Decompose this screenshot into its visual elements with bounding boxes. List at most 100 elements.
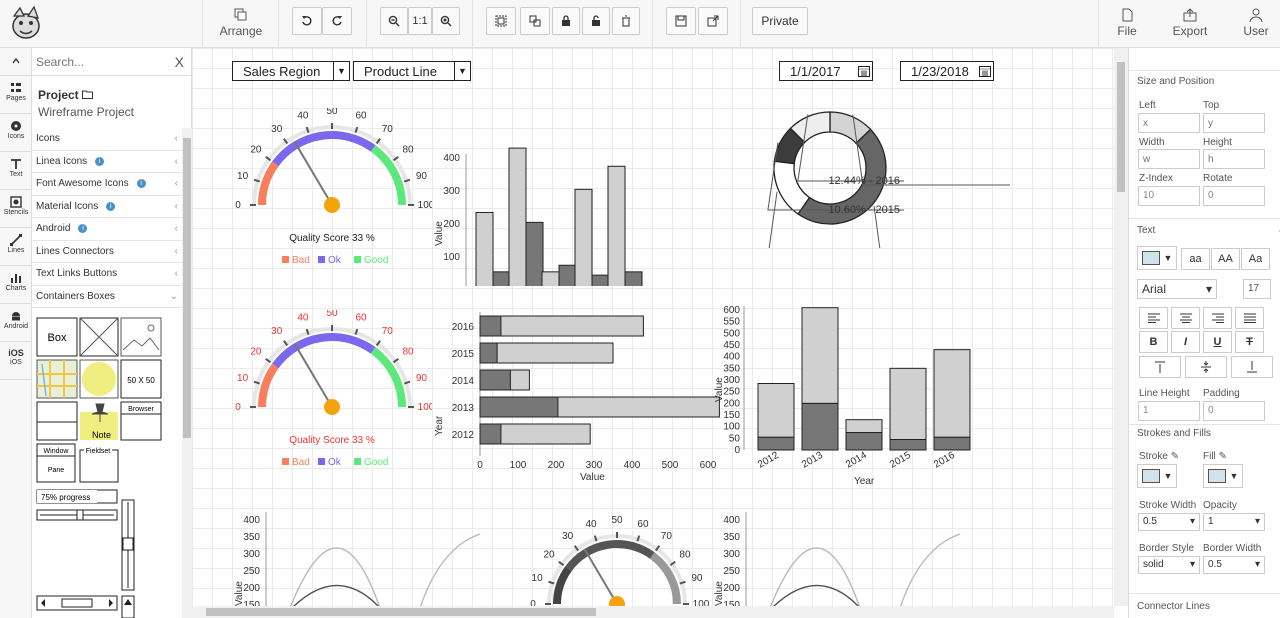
clear-search-button[interactable]: X	[175, 54, 184, 70]
info-icon[interactable]: i	[106, 201, 116, 211]
align-right-button[interactable]	[1203, 307, 1232, 329]
canvas-horizontal-scrollbar[interactable]	[192, 606, 1114, 618]
file-menu-button[interactable]: File	[1110, 8, 1144, 38]
info-icon[interactable]: i	[78, 224, 88, 234]
donut-chart[interactable]: 12.90% - 201246.77% - 201317.28% - 20141…	[710, 108, 1010, 248]
font-family-select[interactable]: Arial	[1137, 279, 1217, 299]
stencil-fieldset[interactable]: Fieldset	[79, 445, 119, 483]
stencil-progress[interactable]: 75% progress	[36, 489, 118, 504]
align-left-button[interactable]	[1139, 307, 1168, 329]
stencil-map[interactable]	[36, 359, 78, 399]
collapse-panel-button[interactable]	[0, 48, 32, 76]
date-from-picker[interactable]: 1/1/2017	[779, 61, 873, 81]
tab-pages[interactable]: Pages	[0, 76, 32, 114]
tab-icons[interactable]: Icons	[0, 114, 32, 152]
delete-button[interactable]	[612, 7, 640, 35]
library-section-3[interactable]: Material Icons i ‹	[32, 196, 182, 218]
stencil-window[interactable]: Window Pane	[36, 443, 76, 483]
stencil-circle[interactable]	[79, 359, 119, 399]
rotate-stepper[interactable]: 0	[1203, 186, 1265, 206]
zoom-in-button[interactable]	[432, 7, 460, 35]
library-section-1[interactable]: Linea Icons i ‹	[32, 151, 182, 173]
left-scrollbar[interactable]	[182, 128, 192, 618]
left-input[interactable]	[1138, 113, 1200, 133]
info-icon[interactable]: i	[136, 179, 146, 189]
strikethrough-button[interactable]: T	[1235, 331, 1264, 353]
underline-button[interactable]: U	[1203, 331, 1232, 353]
stroke-width-select[interactable]: 0.5	[1138, 513, 1200, 531]
stencil-slider[interactable]	[36, 509, 118, 521]
bar-chart[interactable]: 0100200300400Value20122013201420152016Ye…	[430, 96, 710, 286]
valign-middle-button[interactable]	[1185, 356, 1227, 378]
info-icon[interactable]: i	[95, 156, 105, 166]
library-section-0[interactable]: Icons ‹	[32, 128, 182, 151]
stencil-box[interactable]: Box	[36, 317, 78, 357]
tab-text[interactable]: Text	[0, 152, 32, 190]
stencil-placeholder[interactable]	[79, 317, 119, 357]
design-canvas[interactable]: Sales Region ▼ Product Line ▼ 1/1/2017 1/2…	[192, 48, 1114, 606]
stencil-image[interactable]	[120, 317, 162, 357]
export-button[interactable]: Export	[1170, 8, 1210, 38]
text-header[interactable]: Text⌄	[1137, 225, 1280, 236]
quality-gauge-2[interactable]: 010203040 50 60708090100Quality Score 33 %…	[232, 310, 432, 470]
stencil-vscroll[interactable]	[121, 499, 135, 591]
strokes-fills-header[interactable]: Strokes and Fills⌄	[1137, 428, 1211, 439]
border-width-select[interactable]: 0.5	[1203, 556, 1265, 574]
capitalize-button[interactable]: Aa	[1241, 248, 1270, 270]
folder-icon[interactable]	[82, 90, 94, 99]
line-height-stepper[interactable]: 1	[1138, 401, 1200, 421]
private-button[interactable]: Private	[752, 7, 808, 35]
sales-region-dropdown[interactable]: Sales Region ▼	[232, 61, 350, 81]
library-section-6[interactable]: Text Links Buttons ‹	[32, 263, 182, 286]
undo-button[interactable]	[292, 7, 322, 35]
stencil-browser[interactable]: Browser	[120, 401, 162, 441]
user-menu-button[interactable]: User	[1240, 8, 1272, 38]
tab-lines[interactable]: Lines	[0, 228, 32, 266]
valign-top-button[interactable]	[1139, 356, 1181, 378]
stencil-note[interactable]: Note	[80, 403, 118, 440]
library-section-2[interactable]: Font Awesome Icons i ‹	[32, 173, 182, 196]
date-to-picker[interactable]: 1/23/2018	[900, 61, 994, 81]
border-style-select[interactable]: solid	[1138, 556, 1200, 574]
line-chart-1[interactable]: 400350300250200150Value	[230, 508, 480, 606]
text-color-picker[interactable]: ▼	[1137, 246, 1177, 270]
size-position-header[interactable]: Size and Position‹	[1137, 76, 1214, 87]
stroke-color-picker[interactable]: ▼	[1137, 464, 1177, 488]
stencil-hscroll[interactable]	[36, 595, 118, 611]
redo-button[interactable]	[322, 7, 352, 35]
open-external-button[interactable]	[698, 7, 728, 35]
zoom-out-button[interactable]	[380, 7, 408, 35]
library-section-4[interactable]: Android i ‹	[32, 218, 182, 241]
line-chart-2[interactable]: 400350300250200150Value	[710, 508, 960, 606]
save-button[interactable]	[666, 7, 696, 35]
lowercase-button[interactable]: aa	[1181, 248, 1210, 270]
quality-gauge-1[interactable]: 010203040 50 60708090100Quality Score 33 %…	[232, 108, 432, 268]
fill-color-picker[interactable]: ▼	[1203, 464, 1243, 488]
stencil-vscroll-2[interactable]	[121, 595, 135, 618]
library-section-5[interactable]: Lines Connectors ‹	[32, 241, 182, 263]
quality-gauge-3[interactable]: 0 10 20 30 40 50 60 70 80 90 100	[522, 516, 712, 606]
stencil-size-box[interactable]: 50 X 50	[120, 359, 162, 399]
justify-button[interactable]	[1235, 307, 1264, 329]
stacked-bar-chart[interactable]: 050100150200250300350400450500550600 2012…	[710, 302, 1000, 492]
valign-bottom-button[interactable]	[1231, 356, 1273, 378]
italic-button[interactable]: I	[1171, 331, 1200, 353]
tab-charts[interactable]: Charts	[0, 266, 32, 304]
product-line-dropdown[interactable]: Product Line ▼	[353, 61, 471, 81]
tab-stencils[interactable]: Stencils	[0, 190, 32, 228]
group-button[interactable]	[486, 7, 516, 35]
arrange-button[interactable]: Arrange	[216, 8, 266, 38]
stencil-split[interactable]	[36, 401, 78, 441]
tab-ios[interactable]: iOS iOS	[0, 342, 32, 380]
horizontal-bar-chart[interactable]: 0 100 200 300 400 500 60020162015201420132012V…	[430, 306, 720, 486]
unlock-button[interactable]	[582, 7, 610, 35]
font-size-stepper[interactable]: 17	[1243, 279, 1271, 299]
uppercase-button[interactable]: AA	[1211, 248, 1240, 270]
search-input[interactable]	[36, 52, 164, 72]
connector-lines-header[interactable]: Connector Lines	[1137, 601, 1210, 612]
bold-button[interactable]: B	[1139, 331, 1168, 353]
zoom-reset-button[interactable]: 1:1	[408, 7, 432, 35]
lock-button[interactable]	[552, 7, 580, 35]
tab-android[interactable]: Android	[0, 304, 32, 342]
width-input[interactable]	[1138, 149, 1200, 169]
